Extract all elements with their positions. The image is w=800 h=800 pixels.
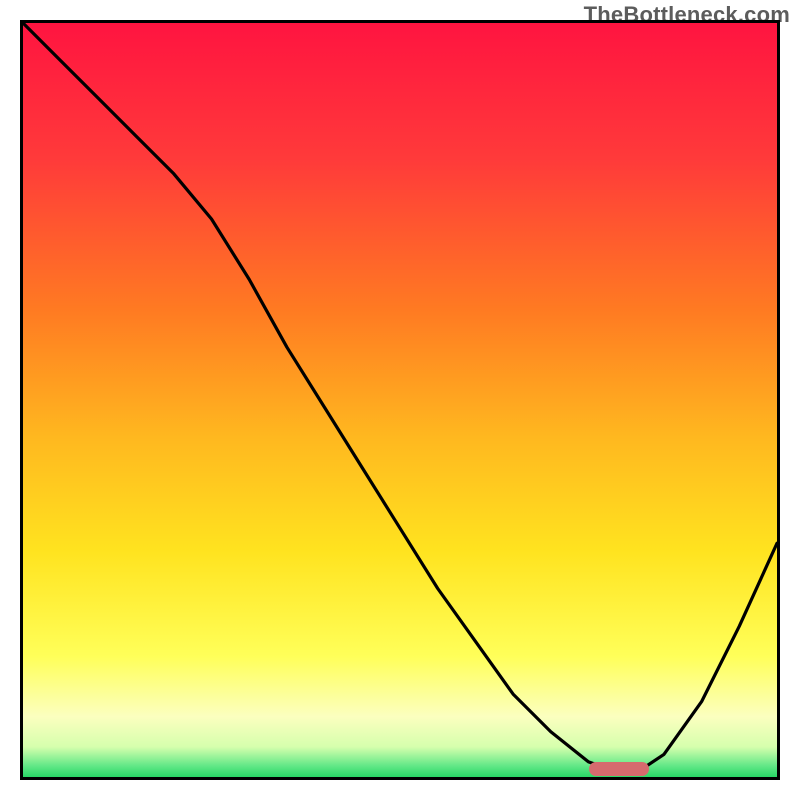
chart-container: TheBottleneck.com <box>0 0 800 800</box>
plot-area <box>20 20 780 780</box>
bottleneck-curve <box>23 23 777 777</box>
optimum-marker <box>589 762 649 776</box>
